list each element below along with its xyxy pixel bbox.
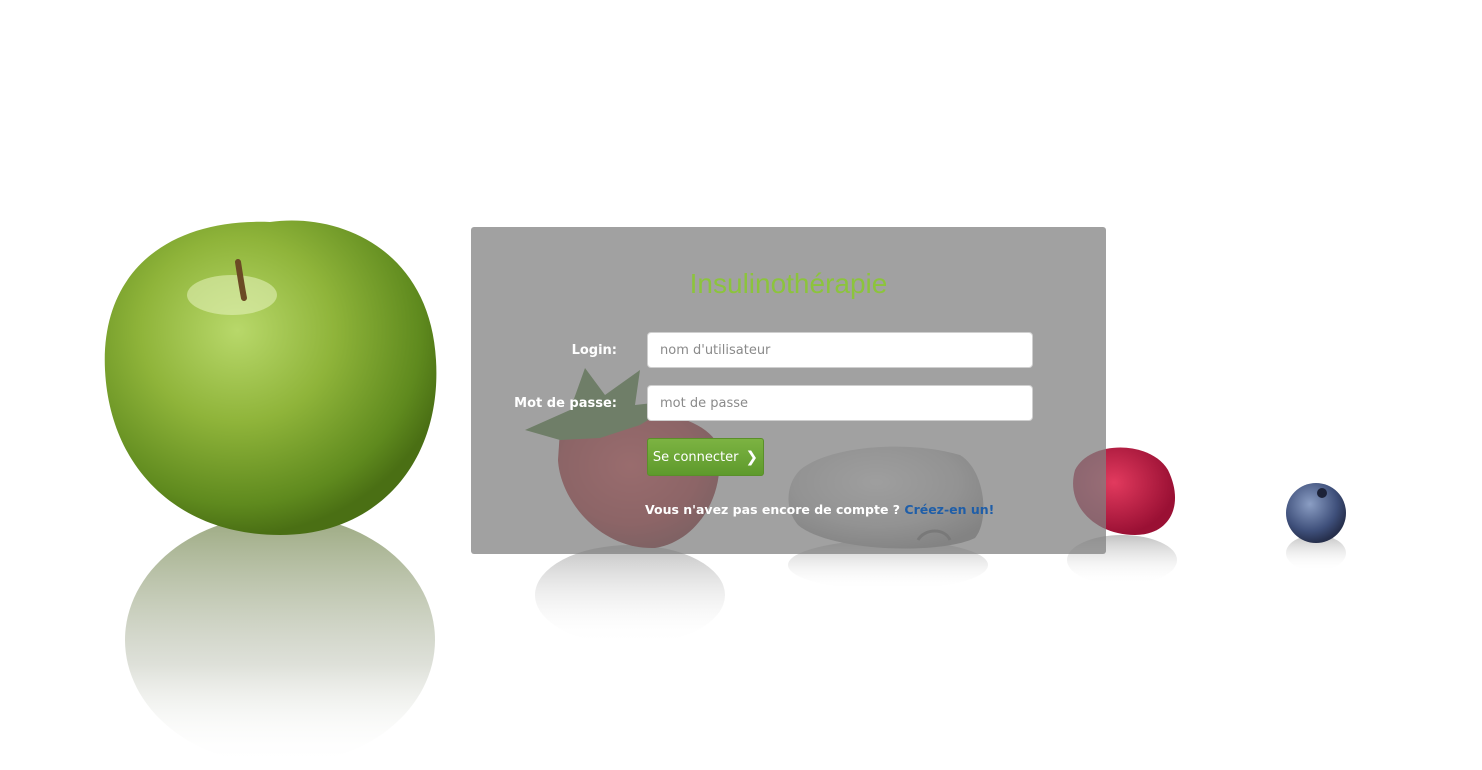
chevron-right-icon: ❯ xyxy=(745,447,759,466)
login-button-label: Se connecter xyxy=(652,449,739,465)
signup-prompt-text: Vous n'avez pas encore de compte ? xyxy=(645,502,901,517)
password-label: Mot de passe: xyxy=(514,396,617,411)
login-panel: Insulinothérapie Login: Mot de passe: Se… xyxy=(471,227,1106,554)
login-page: Insulinothérapie Login: Mot de passe: Se… xyxy=(0,0,1482,770)
signup-prompt: Vous n'avez pas encore de compte ? Créez… xyxy=(645,502,994,517)
login-label: Login: xyxy=(571,343,617,358)
password-input[interactable] xyxy=(647,385,1033,421)
login-input[interactable] xyxy=(647,332,1033,368)
login-button[interactable]: Se connecter ❯ xyxy=(647,438,764,476)
green-apple-image xyxy=(104,220,437,535)
app-title: Insulinothérapie xyxy=(689,268,888,299)
blueberry-image xyxy=(1286,483,1346,543)
create-account-link[interactable]: Créez-en un! xyxy=(904,502,994,517)
apple-reflection xyxy=(125,515,435,765)
